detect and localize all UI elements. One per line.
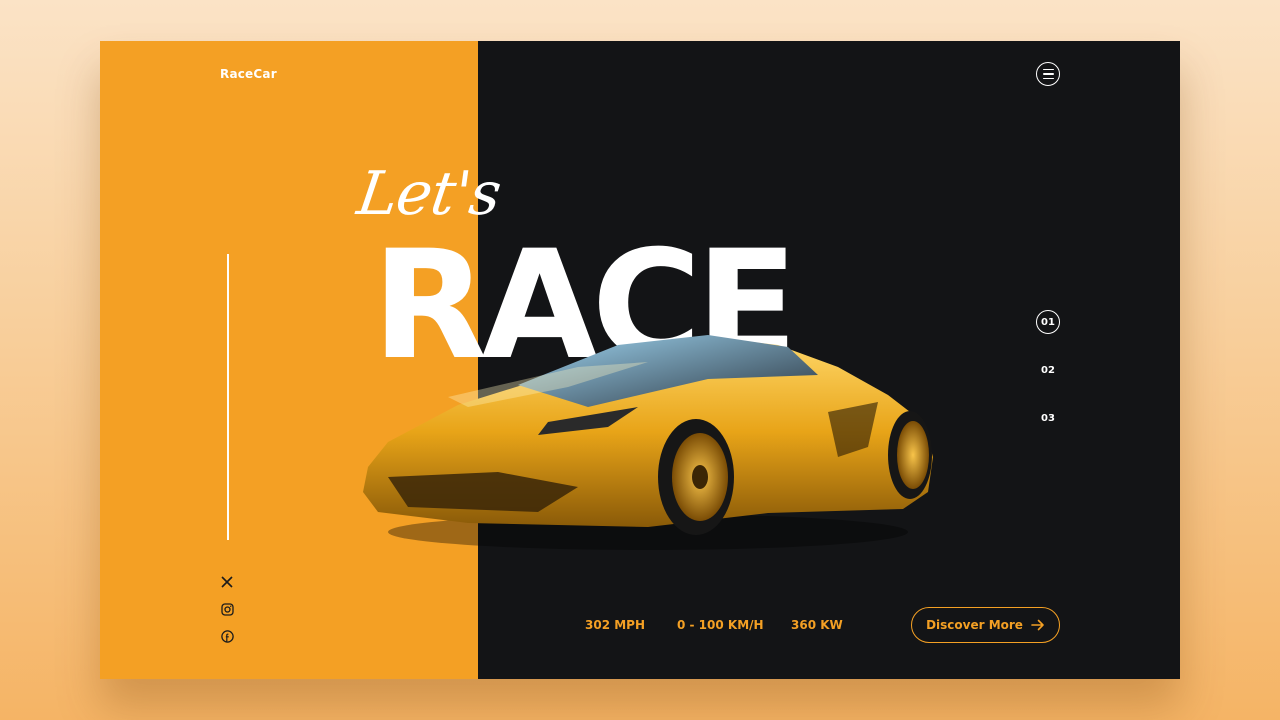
hero-card: RaceCar Let's RACE 01 02 03 302 MPH 0 - … bbox=[100, 41, 1180, 679]
stat-acceleration: 0 - 100 KM/H bbox=[677, 618, 764, 632]
pager-item-03[interactable]: 03 bbox=[1036, 406, 1060, 430]
menu-line bbox=[1042, 73, 1054, 75]
instagram-icon[interactable] bbox=[220, 602, 234, 616]
menu-line bbox=[1042, 77, 1054, 80]
arrow-right-icon bbox=[1031, 619, 1044, 631]
x-twitter-icon[interactable] bbox=[220, 575, 234, 589]
vertical-divider bbox=[227, 254, 229, 540]
facebook-icon[interactable] bbox=[220, 629, 234, 643]
brand-logo[interactable]: RaceCar bbox=[220, 67, 277, 81]
stat-power: 360 KW bbox=[791, 618, 843, 632]
stat-top-speed: 302 MPH bbox=[585, 618, 646, 632]
discover-more-button[interactable]: Discover More bbox=[911, 607, 1060, 643]
sports-car-image bbox=[363, 335, 933, 550]
pager-item-01[interactable]: 01 bbox=[1036, 310, 1060, 334]
discover-more-label: Discover More bbox=[926, 618, 1023, 632]
pager-item-02[interactable]: 02 bbox=[1036, 358, 1060, 382]
menu-line bbox=[1042, 68, 1054, 71]
menu-button[interactable] bbox=[1036, 62, 1060, 86]
